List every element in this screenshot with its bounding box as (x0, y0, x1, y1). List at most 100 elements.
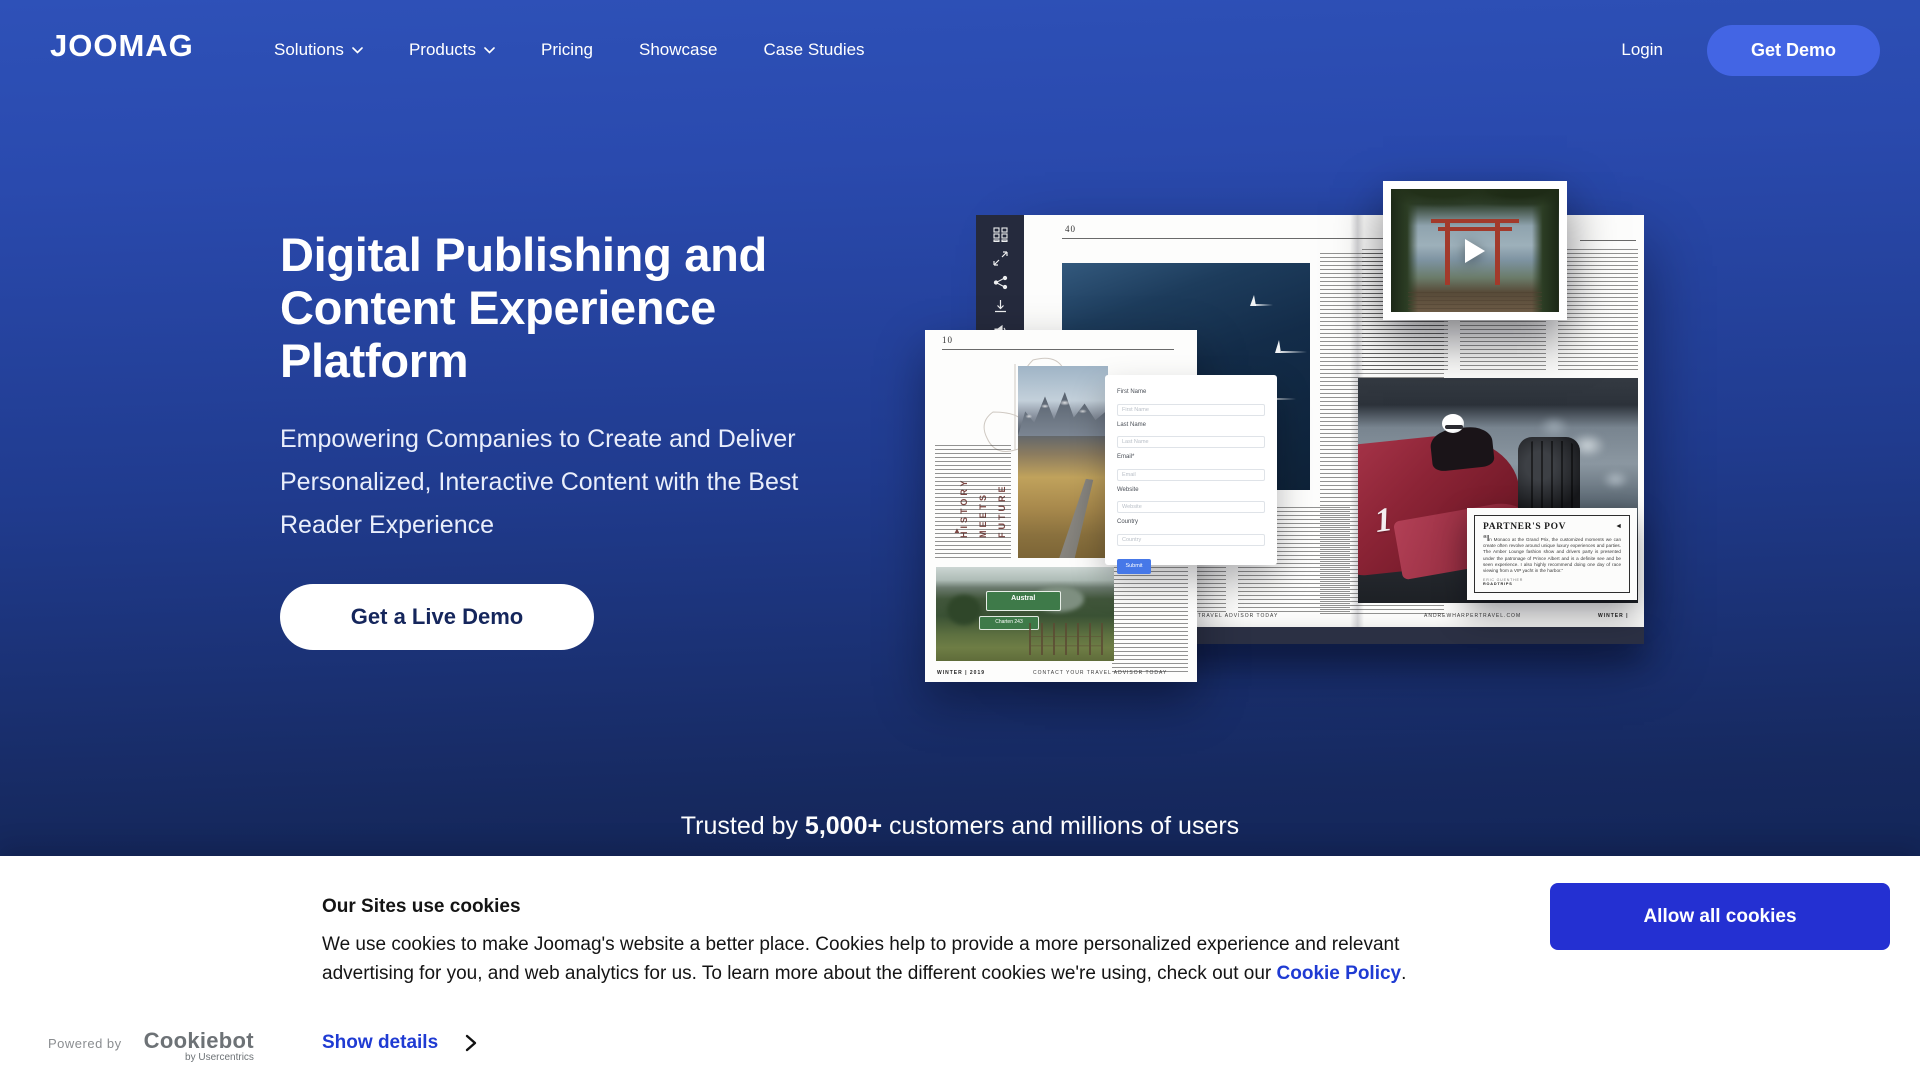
cookie-consent-banner: Our Sites use cookies We use cookies to … (0, 856, 1920, 1080)
cookie-body-text: . (1401, 963, 1406, 984)
nav-item-case-studies[interactable]: Case Studies (763, 40, 864, 60)
last-name-input (1117, 436, 1265, 448)
sound-icon (993, 323, 1008, 338)
powered-by-label: Powered by (48, 1036, 122, 1051)
submit-button: Submit (1117, 559, 1151, 574)
austral-sign-photo: Austral Charten 243 (936, 567, 1114, 661)
sailboats-ocean-photo (1062, 263, 1310, 490)
hero-title: Digital Publishing and Content Experienc… (280, 228, 767, 387)
road-sign: Austral (986, 591, 1061, 611)
article-text-column (935, 445, 1011, 559)
trusted-count: 5,000+ (805, 812, 882, 840)
article-text-column (1362, 249, 1448, 373)
spread-footer-center: CONTACT YOUR TRAVEL ADVISOR TODAY (1144, 613, 1278, 619)
email-input (1117, 469, 1265, 481)
partners-pov-title: PARTNER'S POV (1483, 522, 1621, 532)
speaker-icon: ◄ (1615, 523, 1622, 530)
share-icon (993, 275, 1008, 290)
hero-subtitle-line: Reader Experience (280, 504, 798, 547)
nav-item-solutions[interactable]: Solutions (274, 40, 363, 60)
nav-item-pricing[interactable]: Pricing (541, 40, 593, 60)
field-label: Country (1117, 519, 1265, 525)
partners-pov-card: PARTNER'S POV ◄ “In Monaco at the Grand … (1467, 508, 1637, 600)
partner-quote: “In Monaco at the Grand Prix, the custom… (1483, 536, 1621, 574)
top-navigation: JOOMAG Solutions Products Pricing Showca… (0, 0, 1920, 100)
nav-item-products[interactable]: Products (409, 40, 495, 60)
article-text-column (1460, 249, 1546, 373)
article-text-column (1558, 249, 1638, 373)
hero-title-line: Digital Publishing and (280, 228, 767, 281)
history-meets-future-title: HISTORY MEETS FUTURE (959, 406, 1039, 538)
cookiebot-logo: Cookiebot by Usercentrics (144, 1028, 254, 1063)
form-field: Email* (1117, 454, 1265, 481)
cookie-body-text: We use cookies to make Joomag's website … (322, 934, 1399, 984)
magazine-edge (1024, 627, 1644, 644)
field-label: Last Name (1117, 422, 1265, 428)
race-footer-issue: WINTER | (1598, 613, 1629, 619)
nav-right: Login Get Demo (1621, 0, 1880, 100)
article-text-column (1238, 507, 1350, 615)
torii-gate-video-thumbnail (1391, 189, 1559, 312)
pages-grid-icon (993, 227, 1008, 242)
field-label: Email* (1117, 454, 1265, 460)
chevron-right-icon (464, 1033, 478, 1053)
race-footer-site: ANDREWHARPERTRAVEL.COM (1424, 613, 1521, 619)
car-number: 1 (1372, 501, 1394, 541)
expand-icon (993, 251, 1008, 266)
hero-title-line: Platform (280, 334, 767, 387)
lead-form-card: First Name Last Name Email* Website Coun… (1105, 375, 1277, 565)
trusted-by-line: Trusted by 5,000+ customers and millions… (0, 812, 1920, 841)
joomag-logo[interactable]: JOOMAG (50, 28, 194, 64)
allow-all-cookies-button[interactable]: Allow all cookies (1550, 883, 1890, 950)
magazine-page-10: 10 HISTORY MEETS FUTURE ▲ (925, 330, 1197, 682)
trusted-suffix: customers and millions of users (882, 812, 1239, 840)
nav-item-label: Pricing (541, 40, 593, 60)
road-sign-small: Charten 243 (979, 616, 1040, 630)
race-car-photo: 1 (1358, 378, 1638, 603)
first-name-input (1117, 404, 1265, 416)
reader-toolbar (976, 215, 1024, 560)
cookie-policy-link[interactable]: Cookie Policy (1277, 963, 1402, 984)
field-label: Website (1117, 487, 1265, 493)
cookie-banner-title: Our Sites use cookies (322, 896, 521, 918)
map-doodle (973, 352, 1083, 470)
header-rule (1580, 240, 1636, 241)
form-field: First Name (1117, 389, 1265, 416)
nav-item-label: Solutions (274, 40, 344, 60)
header-rule (942, 349, 1174, 350)
joomag-landing-page: JOOMAG Solutions Products Pricing Showca… (0, 0, 1920, 1080)
show-details-label: Show details (322, 1032, 438, 1054)
form-field: Country (1117, 519, 1265, 546)
triangle-ornament: ▲ (953, 526, 961, 535)
header-rule (1062, 238, 1444, 239)
field-label: First Name (1117, 389, 1265, 395)
get-demo-button[interactable]: Get Demo (1707, 25, 1880, 76)
trusted-prefix: Trusted by (681, 812, 805, 840)
powered-by-cookiebot: Powered by Cookiebot by Usercentrics (48, 1028, 254, 1063)
partner-attribution: ERIC GUENTHER ROADTRIPS (1483, 578, 1621, 586)
video-player-card (1383, 181, 1567, 320)
nav-item-label: Showcase (639, 40, 717, 60)
magazine-spread: 40 (1024, 215, 1644, 627)
article-text-column (1112, 563, 1188, 675)
nav-item-showcase[interactable]: Showcase (639, 40, 717, 60)
page-number: 10 (942, 335, 953, 345)
hero-subtitle-line: Empowering Companies to Create and Deliv… (280, 418, 798, 461)
book-icon (993, 347, 1008, 362)
website-input (1117, 501, 1265, 513)
play-icon (1465, 239, 1485, 263)
login-link[interactable]: Login (1621, 40, 1663, 60)
article-text-column (1320, 253, 1444, 615)
cookie-banner-body: We use cookies to make Joomag's website … (322, 930, 1467, 988)
nav-menu: Solutions Products Pricing Showcase Case… (274, 0, 865, 100)
hero-title-line: Content Experience (280, 281, 767, 334)
page-number: 40 (1065, 224, 1076, 234)
hero-subtitle-line: Personalized, Interactive Content with t… (280, 461, 798, 504)
patagonia-road-photo (1018, 366, 1108, 558)
get-live-demo-button[interactable]: Get a Live Demo (280, 584, 594, 650)
chevron-down-icon (484, 47, 495, 54)
show-details-link[interactable]: Show details (322, 1032, 478, 1054)
page10-footer-issue: WINTER | 2019 (937, 670, 985, 676)
fence (1029, 623, 1104, 655)
hero-subtitle: Empowering Companies to Create and Deliv… (280, 418, 798, 547)
